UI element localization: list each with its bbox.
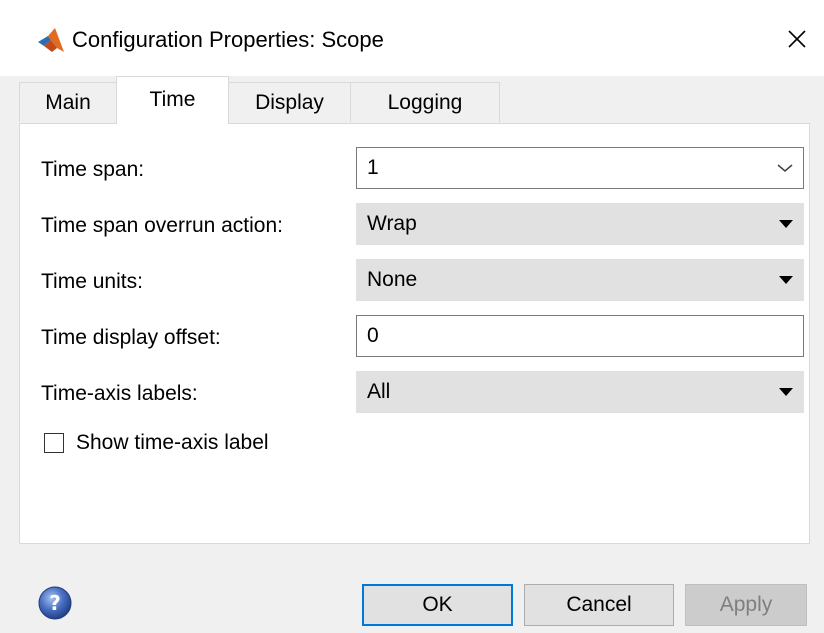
time-span-value: 1 <box>367 156 379 179</box>
tab-strip: Main Time Display Logging <box>19 76 809 124</box>
ok-button[interactable]: OK <box>362 584 513 626</box>
help-icon[interactable]: ? <box>38 586 72 620</box>
close-button[interactable] <box>770 14 824 64</box>
tab-time[interactable]: Time <box>116 76 229 124</box>
dropdown-arrow-icon <box>779 204 793 244</box>
title-bar: Configuration Properties: Scope <box>0 0 824 76</box>
show-axis-label-checkbox[interactable] <box>44 433 64 453</box>
tab-main[interactable]: Main <box>19 82 117 122</box>
tab-logging[interactable]: Logging <box>350 82 500 122</box>
display-offset-label: Time display offset: <box>41 326 221 349</box>
display-offset-input[interactable]: 0 <box>356 315 804 357</box>
tab-display[interactable]: Display <box>228 82 351 122</box>
overrun-action-value: Wrap <box>367 212 417 235</box>
window-title: Configuration Properties: Scope <box>72 27 384 52</box>
display-offset-value: 0 <box>367 324 379 347</box>
time-span-label: Time span: <box>41 158 145 181</box>
axis-labels-select[interactable]: All <box>356 371 804 413</box>
axis-labels-value: All <box>367 380 391 403</box>
dialog-body: Main Time Display Logging Time span: 1 T… <box>0 76 824 633</box>
show-axis-label-text: Show time-axis label <box>76 431 269 454</box>
time-units-value: None <box>367 268 418 291</box>
close-icon <box>788 30 806 48</box>
matlab-logo-icon <box>38 28 64 52</box>
time-tab-panel: Time span: 1 Time span overrun action: W… <box>19 123 810 544</box>
time-units-label: Time units: <box>41 270 143 293</box>
overrun-action-label: Time span overrun action: <box>41 214 284 237</box>
overrun-action-select[interactable]: Wrap <box>356 203 804 245</box>
time-span-combo[interactable]: 1 <box>356 147 804 189</box>
apply-button[interactable]: Apply <box>685 584 807 626</box>
svg-text:?: ? <box>49 591 61 615</box>
dropdown-arrow-icon <box>779 260 793 300</box>
axis-labels-label: Time-axis labels: <box>41 382 198 405</box>
chevron-down-icon[interactable] <box>777 148 793 188</box>
cancel-button[interactable]: Cancel <box>524 584 674 626</box>
dropdown-arrow-icon <box>779 372 793 412</box>
time-units-select[interactable]: None <box>356 259 804 301</box>
